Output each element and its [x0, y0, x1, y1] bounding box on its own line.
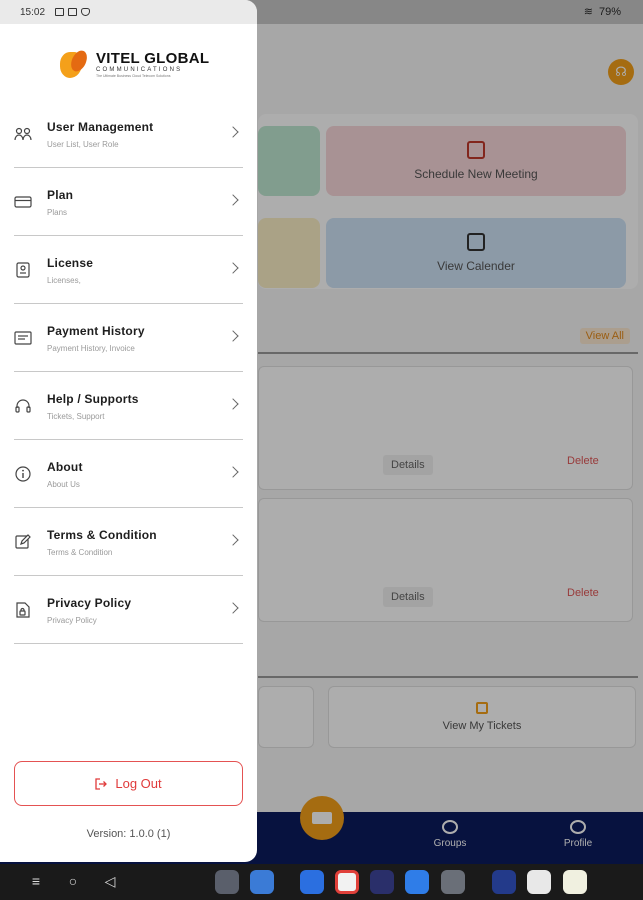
menu-title: User Management	[47, 120, 154, 134]
vitel-app-icon[interactable]	[492, 870, 516, 894]
logo-subtitle: COMMUNICATIONS	[96, 67, 183, 73]
app-drawer-icon[interactable]	[215, 870, 239, 894]
menu-item-about[interactable]: About About Us	[14, 440, 243, 508]
menu-title: Privacy Policy	[47, 596, 132, 610]
navigation-drawer: 15:02 VITEL GLOBAL COMMUNICATIONS The Ul…	[0, 0, 257, 862]
app-version: Version: 1.0.0 (1)	[86, 828, 171, 840]
menu-subtitle: Plans	[47, 208, 68, 217]
settings-app-icon[interactable]	[441, 870, 465, 894]
shield-icon	[81, 8, 91, 16]
notification-icons	[55, 8, 91, 16]
headset-icon	[15, 399, 31, 413]
logout-button[interactable]: Log Out	[14, 761, 243, 806]
menu-icon[interactable]: ≡	[27, 872, 45, 890]
menu-subtitle: Licenses,	[47, 276, 81, 285]
vitel-logo-mark	[60, 48, 92, 80]
menu-title: Plan	[47, 188, 74, 202]
card-icon	[14, 196, 32, 208]
license-icon	[16, 262, 30, 278]
menu-item-payment-history[interactable]: Payment History Payment History, Invoice	[14, 304, 243, 372]
chevron-right-icon	[227, 534, 239, 546]
chevron-right-icon	[227, 602, 239, 614]
messages-app-icon[interactable]	[405, 870, 429, 894]
document-lock-icon	[16, 602, 30, 618]
chevron-right-icon	[227, 466, 239, 478]
menu-item-terms-condition[interactable]: Terms & Condition Terms & Condition	[14, 508, 243, 576]
menu-subtitle: Privacy Policy	[47, 616, 97, 625]
logo-name: VITEL GLOBAL	[96, 50, 210, 67]
menu-item-user-management[interactable]: User Management User List, User Role	[14, 100, 243, 168]
menu-subtitle: Tickets, Support	[47, 412, 105, 421]
app-icon[interactable]	[527, 870, 551, 894]
message-icon	[55, 8, 65, 16]
menu-title: Terms & Condition	[47, 528, 157, 542]
invoice-icon	[14, 331, 32, 345]
chevron-right-icon	[227, 194, 239, 206]
chevron-right-icon	[227, 126, 239, 138]
home-icon[interactable]: ○	[64, 872, 82, 890]
users-icon	[14, 127, 32, 141]
back-icon[interactable]: ◁	[101, 872, 119, 890]
menu-item-privacy-policy[interactable]: Privacy Policy Privacy Policy	[14, 576, 243, 644]
menu-title: About	[47, 460, 83, 474]
drawer-status-bar: 15:02	[0, 0, 257, 24]
menu-subtitle: User List, User Role	[47, 140, 119, 149]
logout-icon	[95, 777, 108, 790]
menu-subtitle: Payment History, Invoice	[47, 344, 135, 353]
phone-app-icon[interactable]	[300, 870, 324, 894]
files-app-icon[interactable]	[250, 870, 274, 894]
menu-subtitle: About Us	[47, 480, 80, 489]
chevron-right-icon	[227, 398, 239, 410]
menu-title: Help / Supports	[47, 392, 139, 406]
menu-subtitle: Terms & Condition	[47, 548, 113, 557]
drawer-menu: User Management User List, User Role Pla…	[14, 100, 243, 644]
menu-title: License	[47, 256, 94, 270]
status-time: 15:02	[20, 6, 46, 18]
chevron-right-icon	[227, 330, 239, 342]
edit-icon	[15, 534, 31, 549]
logout-label: Log Out	[115, 776, 162, 791]
chevron-right-icon	[227, 262, 239, 274]
vitel-global-logo: VITEL GLOBAL COMMUNICATIONS The Ultimate…	[60, 48, 210, 80]
menu-item-help-supports[interactable]: Help / Supports Tickets, Support	[14, 372, 243, 440]
camera-app-icon[interactable]	[370, 870, 394, 894]
menu-item-license[interactable]: License Licenses,	[14, 236, 243, 304]
menu-item-plan[interactable]: Plan Plans	[14, 168, 243, 236]
logo-tagline: The Ultimate Business Cloud Telecom Solu…	[96, 74, 171, 78]
message-icon	[68, 8, 78, 16]
chrome-app-icon[interactable]	[335, 870, 359, 894]
info-icon	[15, 466, 31, 482]
app-icon[interactable]	[563, 870, 587, 894]
menu-title: Payment History	[47, 324, 145, 338]
system-navigation-bar: ≡ ○ ◁	[0, 864, 643, 900]
